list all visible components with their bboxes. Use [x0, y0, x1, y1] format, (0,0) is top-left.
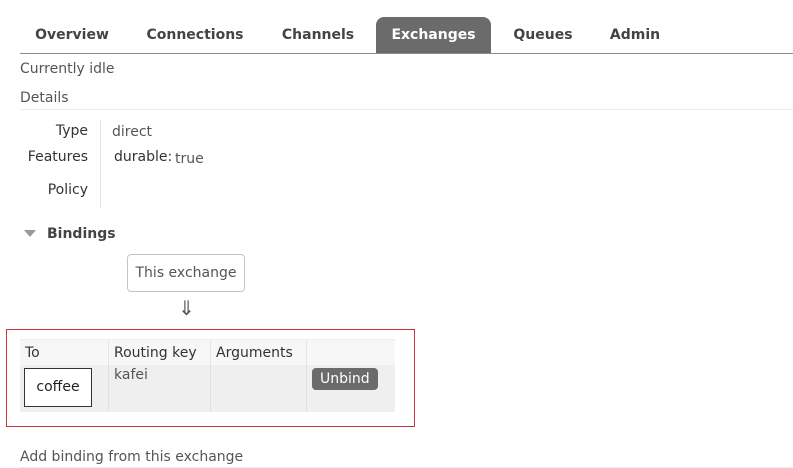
- to-cell: coffee: [20, 365, 109, 412]
- queue-link-coffee[interactable]: coffee: [24, 368, 92, 407]
- tab-channels[interactable]: Channels: [268, 17, 368, 53]
- tab-queues[interactable]: Queues: [500, 17, 586, 53]
- nav-tabs: Overview Connections Channels Exchanges …: [20, 17, 793, 54]
- type-value: direct: [112, 124, 153, 140]
- routing-key-value: kafei: [114, 367, 148, 383]
- table-header-row: To Routing key Arguments: [20, 339, 395, 365]
- policy-label: Policy: [47, 182, 88, 198]
- column-header-arguments: Arguments: [210, 339, 307, 365]
- add-binding-section-title[interactable]: Add binding from this exchange: [20, 449, 243, 465]
- column-header-routing-key: Routing key: [108, 339, 211, 365]
- bindings-table: To Routing key Arguments coffee kafei Un…: [20, 339, 395, 412]
- details-separator: [100, 120, 101, 208]
- this-exchange-box: This exchange: [127, 254, 245, 292]
- table-row: coffee kafei Unbind: [20, 365, 395, 412]
- column-header-action: [306, 339, 395, 365]
- action-cell: Unbind: [306, 365, 395, 412]
- features-value: true: [175, 151, 204, 167]
- tab-connections[interactable]: Connections: [133, 17, 257, 53]
- tab-exchanges[interactable]: Exchanges: [376, 17, 491, 53]
- routing-key-cell: kafei: [108, 365, 211, 412]
- unbind-button[interactable]: Unbind: [312, 368, 378, 390]
- details-divider: [20, 109, 793, 110]
- tab-overview[interactable]: Overview: [20, 17, 124, 53]
- collapse-triangle-icon: [24, 230, 36, 237]
- down-arrow-icon: ⇓: [178, 296, 195, 320]
- type-label: Type: [55, 123, 88, 139]
- features-label: Features: [27, 149, 88, 165]
- status-text: Currently idle: [20, 61, 115, 77]
- details-section-title[interactable]: Details: [20, 90, 69, 106]
- tab-admin[interactable]: Admin: [597, 17, 673, 53]
- arguments-cell: [210, 365, 307, 412]
- bindings-title: Bindings: [47, 226, 116, 242]
- column-header-to: To: [20, 339, 109, 365]
- bindings-section-toggle[interactable]: Bindings: [24, 226, 116, 242]
- features-key: durable:: [114, 149, 173, 165]
